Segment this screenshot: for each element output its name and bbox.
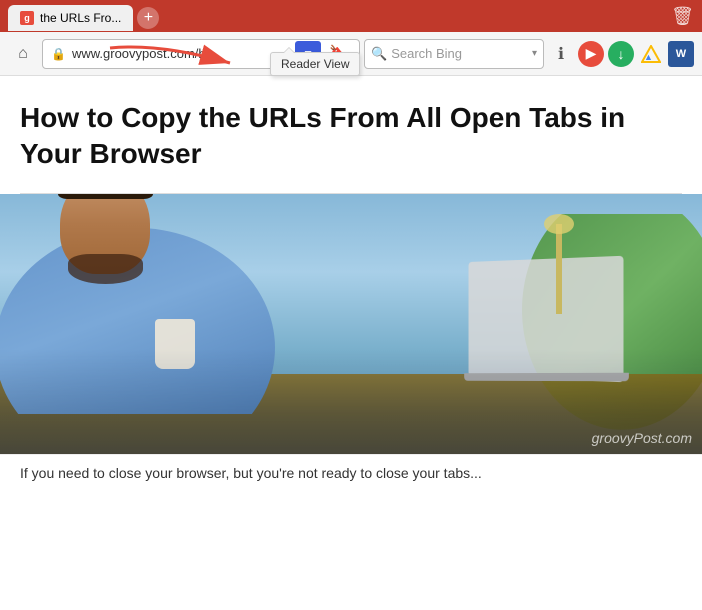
info-icon: ℹ	[558, 44, 564, 64]
home-button[interactable]: ⌂	[8, 39, 38, 69]
reader-view-tooltip: Reader View	[270, 52, 360, 76]
search-bar[interactable]: 🔍 Search Bing ▾	[364, 39, 544, 69]
article-content: How to Copy the URLs From All Open Tabs …	[0, 76, 702, 194]
search-placeholder-text: Search Bing	[391, 46, 528, 61]
new-tab-button[interactable]: +	[137, 7, 159, 29]
title-bar: g the URLs Fro... + 🗑	[0, 0, 702, 32]
excerpt-text: If you need to close your browser, but y…	[20, 465, 482, 481]
info-button[interactable]: ℹ	[548, 41, 574, 67]
word-icon: W	[676, 48, 686, 60]
browser-tab[interactable]: g the URLs Fro...	[8, 5, 133, 31]
tooltip-text: Reader View	[281, 57, 349, 71]
article-image: groovyPost.com	[0, 194, 702, 454]
media-button[interactable]: ▶	[578, 41, 604, 67]
search-icon: 🔍	[371, 46, 387, 62]
word-button[interactable]: W	[668, 41, 694, 67]
address-text: www.groovypost.com/h...	[72, 46, 289, 61]
lock-icon: 🔒	[51, 47, 66, 61]
toolbar-icons: ℹ ▶ ↓ ▲ W	[548, 41, 694, 67]
download-button[interactable]: ↓	[608, 41, 634, 67]
search-dropdown-arrow[interactable]: ▾	[532, 48, 537, 59]
tab-favicon: g	[20, 11, 34, 25]
play-icon: ▶	[586, 45, 597, 62]
home-icon: ⌂	[18, 45, 28, 63]
drive-button[interactable]: ▲	[638, 41, 664, 67]
download-icon: ↓	[618, 46, 625, 62]
article-excerpt: If you need to close your browser, but y…	[0, 454, 702, 491]
tab-label: the URLs Fro...	[40, 11, 121, 25]
drive-icon: ▲	[641, 45, 661, 63]
svg-text:▲: ▲	[644, 52, 653, 62]
close-window-icon[interactable]: 🗑	[671, 6, 694, 27]
watermark: groovyPost.com	[592, 430, 692, 446]
article-title: How to Copy the URLs From All Open Tabs …	[20, 100, 682, 173]
